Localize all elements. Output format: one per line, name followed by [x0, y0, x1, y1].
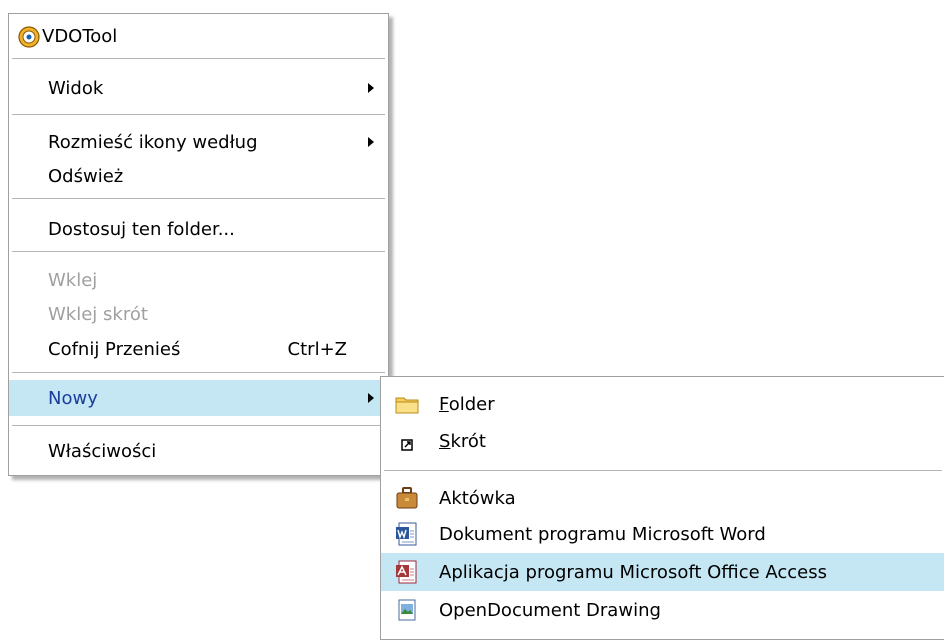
vdotool-app-icon	[18, 26, 40, 48]
folder-icon	[395, 397, 419, 414]
submenu-item-briefcase[interactable]: Aktówka	[381, 479, 944, 517]
submenu-item-label: Dokument programu Microsoft Word	[439, 524, 766, 545]
submenu-item-shortcut[interactable]: Skrót	[381, 422, 944, 460]
menu-item-arrange-icons[interactable]: Rozmieść ikony według	[9, 124, 388, 160]
menu-item-label: Odśwież	[48, 166, 124, 187]
menu-item-new[interactable]: Nowy	[9, 380, 388, 416]
menu-separator	[12, 372, 385, 373]
submenu-item-label: Folder	[439, 394, 495, 415]
menu-item-undo-move[interactable]: Cofnij Przenieś Ctrl+Z	[9, 331, 388, 367]
menu-item-paste[interactable]: Wklej	[9, 262, 388, 298]
submenu-item-label: OpenDocument Drawing	[439, 600, 661, 621]
menu-item-label: Nowy	[48, 388, 98, 409]
menu-item-label: Rozmieść ikony według	[48, 132, 258, 153]
shortcut-icon	[401, 439, 413, 451]
menu-item-label: Wklej skrót	[48, 304, 148, 325]
menu-item-paste-shortcut[interactable]: Wklej skrót	[9, 296, 388, 332]
submenu-arrow-icon	[368, 393, 374, 403]
menu-separator	[12, 58, 385, 59]
word-document-icon	[396, 522, 417, 546]
menu-item-label: Cofnij Przenieś	[48, 339, 181, 360]
menu-item-shortcut: Ctrl+Z	[287, 339, 347, 360]
briefcase-icon	[396, 487, 418, 509]
menu-item-label: Właściwości	[48, 441, 157, 462]
access-application-icon	[396, 560, 417, 584]
menu-item-widok[interactable]: Widok	[9, 70, 388, 106]
menu-separator	[384, 470, 942, 471]
submenu-item-folder[interactable]: Folder	[381, 385, 944, 423]
submenu-item-access-application[interactable]: Aplikacja programu Microsoft Office Acce…	[381, 553, 944, 591]
submenu-arrow-icon	[368, 137, 374, 147]
new-submenu: Folder Skrót Aktówka Dokument programu M…	[380, 376, 944, 640]
menu-item-customize-folder[interactable]: Dostosuj ten folder...	[9, 211, 388, 247]
opendocument-drawing-icon	[398, 599, 416, 621]
menu-separator	[12, 425, 385, 426]
menu-item-properties[interactable]: Właściwości	[9, 433, 388, 469]
context-menu: VDOTool Widok Rozmieść ikony według Odśw…	[8, 13, 389, 476]
menu-title-item[interactable]: VDOTool	[9, 21, 388, 51]
submenu-item-label: Aktówka	[439, 488, 516, 509]
submenu-item-word-document[interactable]: Dokument programu Microsoft Word	[381, 515, 944, 553]
menu-item-label: Dostosuj ten folder...	[48, 219, 235, 240]
submenu-arrow-icon	[368, 83, 374, 93]
menu-title-label: VDOTool	[42, 26, 118, 47]
menu-item-refresh[interactable]: Odśwież	[9, 158, 388, 194]
menu-item-label: Wklej	[48, 270, 98, 291]
menu-item-label: Widok	[48, 78, 104, 99]
submenu-item-label: Skrót	[439, 431, 486, 452]
submenu-item-label: Aplikacja programu Microsoft Office Acce…	[439, 562, 828, 583]
menu-separator	[12, 251, 385, 252]
menu-separator	[12, 198, 385, 199]
menu-separator	[12, 114, 385, 115]
submenu-item-opendocument-drawing[interactable]: OpenDocument Drawing	[381, 591, 944, 629]
